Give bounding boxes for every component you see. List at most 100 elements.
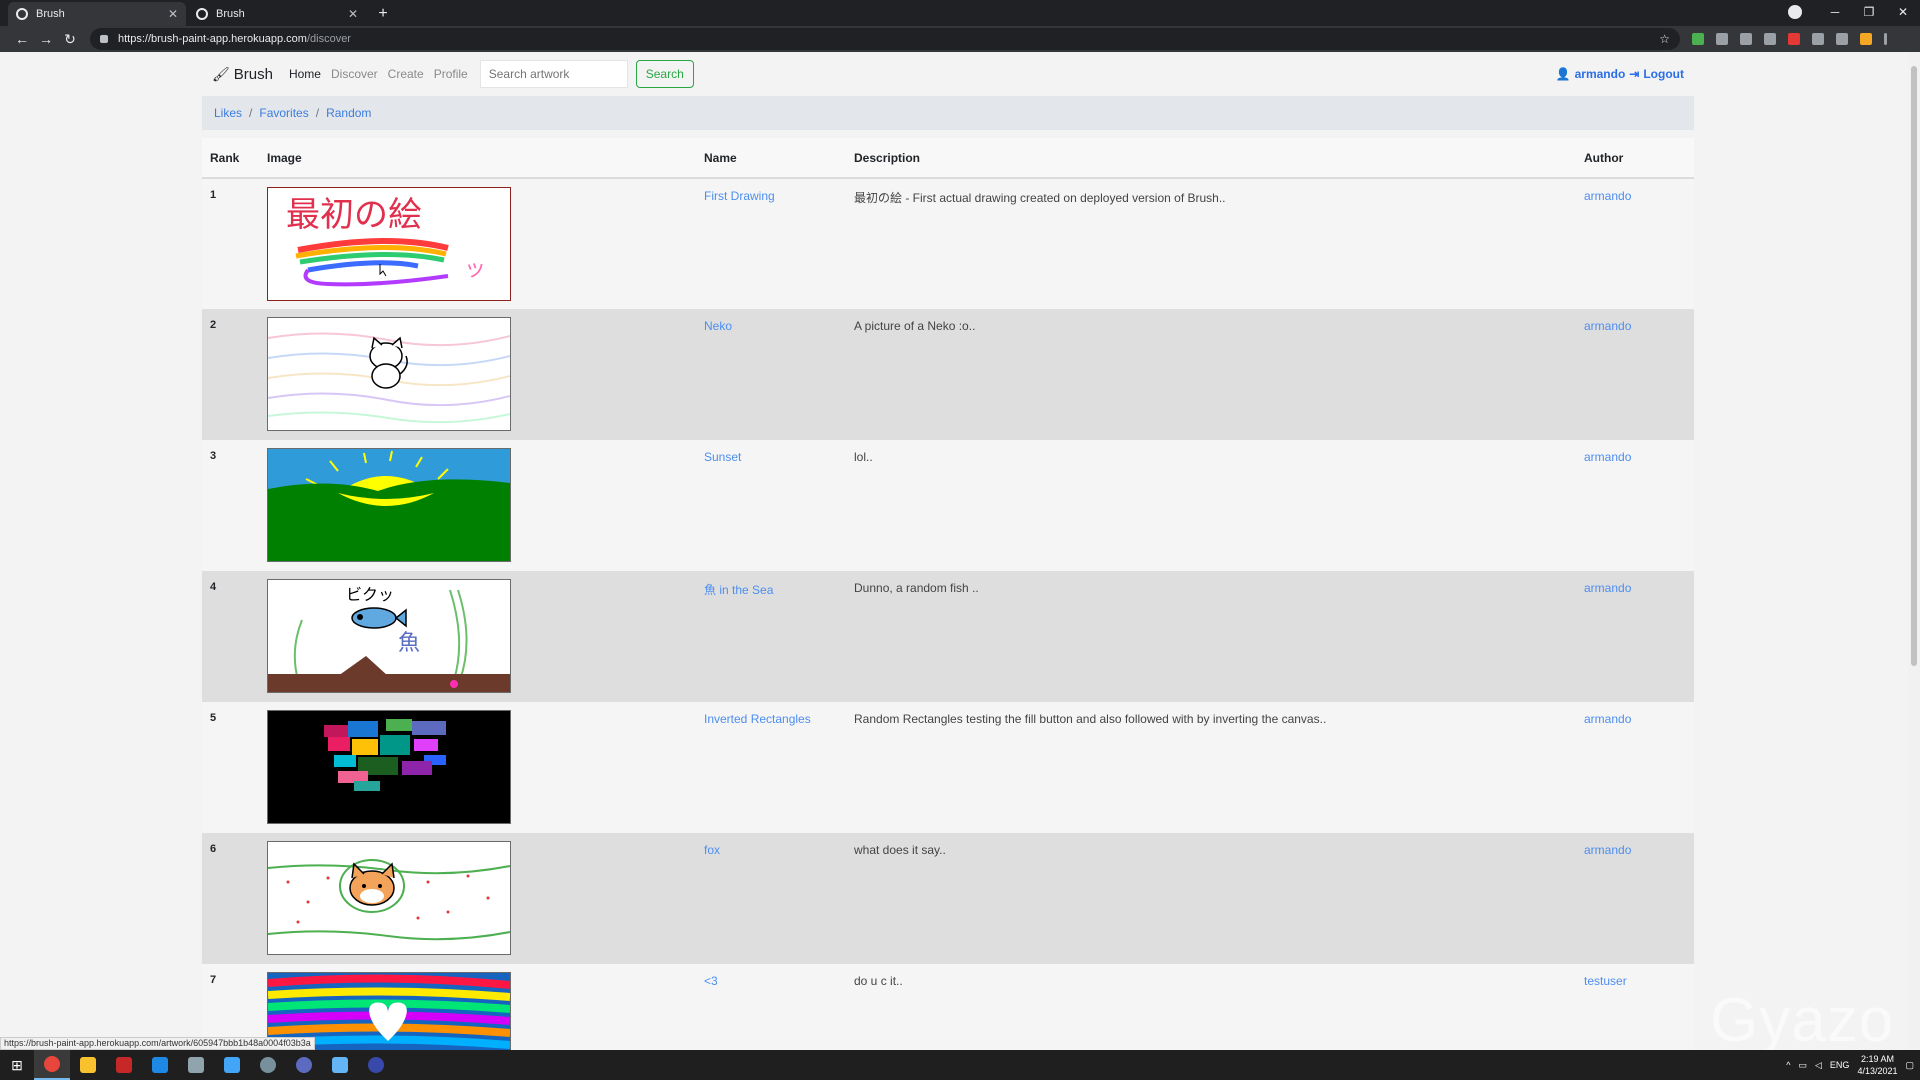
image-cell — [267, 440, 704, 571]
logout-link[interactable]: Logout — [1643, 67, 1684, 81]
taskbar-explorer-icon[interactable] — [70, 1050, 106, 1080]
tray-volume-icon[interactable]: ◁ — [1815, 1060, 1822, 1071]
address-bar[interactable]: https://brush-paint-app.herokuapp.com/di… — [90, 28, 1680, 50]
browser-tab-2[interactable]: Brush ✕ — [188, 2, 366, 26]
artwork-name-link[interactable]: fox — [704, 843, 720, 857]
table-row: 7 <3 do u c it.. testuser — [202, 964, 1694, 1050]
close-tab-icon[interactable]: ✕ — [348, 7, 358, 21]
author-link[interactable]: testuser — [1584, 974, 1627, 988]
notification-icon[interactable]: ▢ — [1905, 1060, 1914, 1071]
extension-shield-icon[interactable] — [1692, 33, 1704, 45]
nav-discover[interactable]: Discover — [331, 67, 378, 81]
artwork-name-link[interactable]: First Drawing — [704, 189, 775, 203]
taskbar-app-icon[interactable] — [106, 1050, 142, 1080]
brush-favicon-icon — [16, 8, 28, 20]
close-window-icon[interactable]: ✕ — [1886, 5, 1920, 19]
author-link[interactable]: armando — [1584, 712, 1631, 726]
author-cell: armando — [1584, 702, 1694, 833]
description-cell: do u c it.. — [854, 964, 1584, 1050]
navbar: 🖌 Brush Home Discover Create Profile Sea… — [202, 52, 1694, 96]
artwork-thumbnail[interactable]: 最初の絵 ッ — [267, 187, 511, 301]
brand-logo[interactable]: 🖌 Brush — [212, 66, 273, 83]
extension-icon[interactable] — [1788, 33, 1800, 45]
nav-create[interactable]: Create — [388, 67, 424, 81]
tray-chevron-icon[interactable]: ^ — [1786, 1060, 1790, 1070]
extension-icon[interactable] — [1764, 33, 1776, 45]
search-input[interactable] — [479, 60, 628, 88]
scrollbar-thumb[interactable] — [1911, 66, 1917, 666]
table-row: 2 Neko A picture of a Neko:o.. armando — [202, 309, 1694, 440]
author-link[interactable]: armando — [1584, 189, 1631, 203]
artwork-thumbnail[interactable] — [267, 317, 511, 431]
close-tab-icon[interactable]: ✕ — [168, 7, 178, 21]
brand-name: Brush — [233, 65, 273, 83]
artwork-name-link[interactable]: Neko — [704, 319, 732, 333]
fox-extension-icon[interactable] — [1860, 33, 1872, 45]
extension-icon[interactable] — [1716, 33, 1728, 45]
extension-icon[interactable] — [1740, 33, 1752, 45]
breadcrumb-favorites[interactable]: Favorites — [259, 106, 308, 120]
artwork-thumbnail[interactable] — [267, 448, 511, 562]
artwork-thumbnail[interactable]: ビクッ 魚 — [267, 579, 511, 693]
description-cell: lol.. — [854, 440, 1584, 571]
image-cell — [267, 702, 704, 833]
tray-network-icon[interactable]: ▭ — [1798, 1060, 1807, 1071]
image-cell: ビクッ 魚 — [267, 571, 704, 702]
search-button[interactable]: Search — [635, 60, 694, 88]
profile-icon[interactable] — [1788, 5, 1802, 19]
name-cell: Sunset — [704, 440, 854, 571]
clock-time: 2:19 AM — [1860, 1054, 1894, 1064]
table-header: Rank Image Name Description Author — [202, 138, 1694, 179]
restore-icon[interactable]: ❐ — [1852, 5, 1886, 19]
clock-date: 4/13/2021 — [1857, 1066, 1898, 1076]
windows-start-icon[interactable]: ⊞ — [0, 1057, 34, 1074]
browser-tab-1[interactable]: Brush ✕ — [8, 2, 186, 26]
page-scrollbar[interactable] — [1908, 52, 1920, 1050]
nav-home[interactable]: Home — [289, 67, 321, 81]
new-tab-button[interactable]: + — [372, 3, 394, 25]
taskbar-app-icon[interactable] — [250, 1050, 286, 1080]
author-link[interactable]: armando — [1584, 450, 1631, 464]
author-link[interactable]: armando — [1584, 581, 1631, 595]
artwork-name-link[interactable]: Sunset — [704, 450, 741, 464]
tab-title: Brush — [216, 8, 245, 20]
header-author: Author — [1584, 138, 1694, 179]
table-row: 6 fox what does it say.. armando — [202, 833, 1694, 964]
forward-icon[interactable]: → — [34, 31, 58, 47]
artwork-name-link[interactable]: 魚 in the Sea — [704, 583, 773, 597]
breadcrumb-random[interactable]: Random — [326, 106, 371, 120]
taskbar-app-icon[interactable] — [178, 1050, 214, 1080]
taskbar-vscode-icon[interactable] — [142, 1050, 178, 1080]
artwork-thumbnail[interactable] — [267, 841, 511, 955]
user-profile-link[interactable]: armando — [1575, 67, 1626, 81]
taskbar-app-icon[interactable] — [286, 1050, 322, 1080]
nav-profile[interactable]: Profile — [434, 67, 468, 81]
taskbar-clock[interactable]: 2:19 AM 4/13/2021 — [1857, 1053, 1897, 1077]
user-icon: 👤 — [1555, 67, 1571, 81]
taskbar-app-icon[interactable] — [322, 1050, 358, 1080]
artwork-lettering: ビクッ — [346, 585, 394, 604]
back-icon[interactable]: ← — [10, 31, 34, 47]
taskbar-app-icon[interactable] — [358, 1050, 394, 1080]
menu-dots-icon[interactable] — [1884, 33, 1887, 45]
puzzle-icon[interactable] — [1836, 33, 1848, 45]
breadcrumb-likes[interactable]: Likes — [214, 106, 242, 120]
artwork-name-link[interactable]: Inverted Rectangles — [704, 712, 811, 726]
artwork-thumbnail[interactable] — [267, 710, 511, 824]
author-link[interactable]: armando — [1584, 319, 1631, 333]
name-cell: First Drawing — [704, 178, 854, 309]
extension-icon[interactable] — [1812, 33, 1824, 45]
reload-icon[interactable]: ↻ — [58, 31, 82, 48]
taskbar-chrome-icon[interactable] — [34, 1050, 70, 1080]
artwork-name-link[interactable]: <3 — [704, 974, 718, 988]
minimize-icon[interactable]: ─ — [1818, 5, 1852, 19]
taskbar-app-icon[interactable] — [214, 1050, 250, 1080]
description-cell: 最初の絵 - First actual drawing created on d… — [854, 178, 1584, 309]
rank-cell: 3 — [202, 440, 267, 571]
bookmark-star-icon[interactable]: ☆ — [1659, 32, 1670, 46]
tray-language[interactable]: ENG — [1830, 1060, 1850, 1070]
author-link[interactable]: armando — [1584, 843, 1631, 857]
header-description: Description — [854, 138, 1584, 179]
author-cell: armando — [1584, 178, 1694, 309]
breadcrumb-separator: / — [315, 106, 320, 120]
